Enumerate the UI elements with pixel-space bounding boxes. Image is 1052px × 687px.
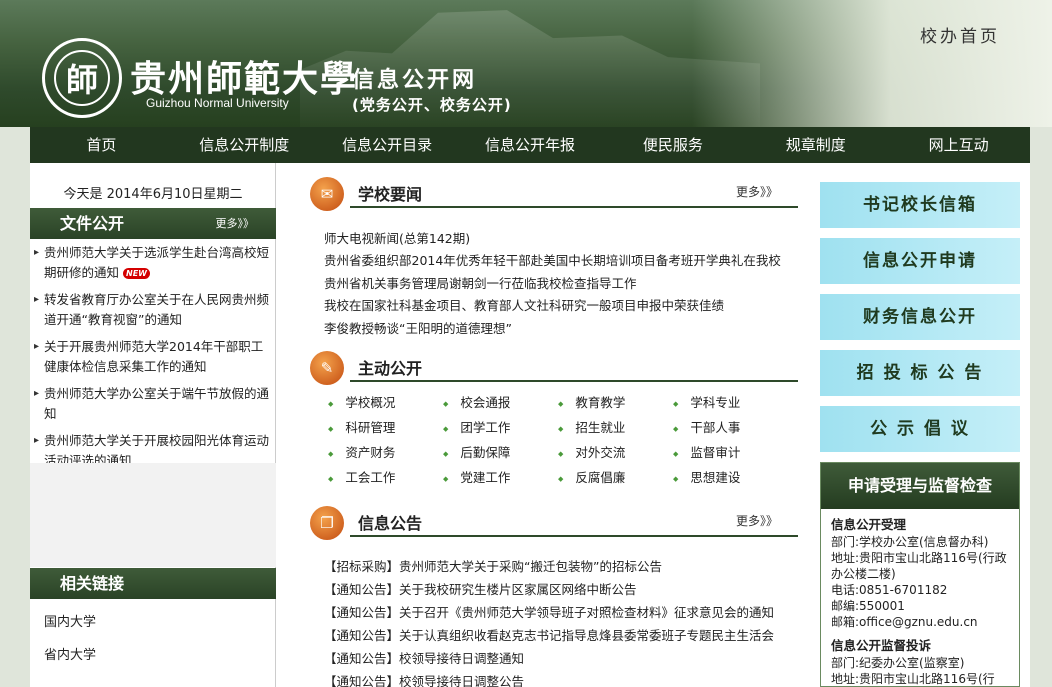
active-item-disciplines[interactable]: 学科专业 <box>673 392 740 411</box>
accept-title: 信息公开受理 <box>831 517 907 532</box>
active-item-research[interactable]: 科研管理 <box>328 417 395 436</box>
book-icon: ❐ <box>310 506 344 540</box>
site-title: 信息公开网 <box>352 68 478 93</box>
university-seal-logo: 師 <box>42 38 122 118</box>
notice-item[interactable]: 【通知公告】校领导接待日调整通知 <box>324 648 524 667</box>
notice-item[interactable]: 【通知公告】关于召开《贵州师范大学领导班子对照检查材料》征求意见会的通知 <box>324 602 774 621</box>
doc-item[interactable]: 转发省教育厅办公室关于在人民网贵州频道开通“教育视窗”的通知 <box>34 290 270 330</box>
news-section-title: 学校要闻 <box>358 185 423 204</box>
accept-address: 地址:贵阳市宝山北路116号(行政办公楼二楼) <box>831 551 1007 581</box>
left-gray-box <box>30 463 276 567</box>
finance-disclosure-button[interactable]: 财务信息公开 <box>820 294 1020 340</box>
notices-section-title: 信息公告 <box>358 514 423 533</box>
accept-email[interactable]: 邮箱:office@gznu.edu.cn <box>831 614 1009 630</box>
nav-item-home[interactable]: 首页 <box>30 127 173 163</box>
docs-section-header: 文件公开 更多》》 <box>30 208 276 239</box>
docs-more-link[interactable]: 更多》》 <box>216 208 255 239</box>
site-header: 師 贵州師範大學 Guizhou Normal University 信息公开网… <box>0 0 1052 127</box>
active-section-header: ✎ 主动公开 <box>310 351 798 385</box>
links-section-title: 相关链接 <box>60 574 125 593</box>
active-item-union[interactable]: 工会工作 <box>328 467 395 486</box>
seal-char: 師 <box>54 50 110 106</box>
new-badge-icon: NEW <box>123 268 150 279</box>
service-box: 申请受理与监督检查 信息公开受理 部门:学校办公室(信息督办科) 地址:贵阳市宝… <box>820 462 1020 687</box>
university-en-name: Guizhou Normal University <box>146 96 289 110</box>
right-column: 书记校长信箱 信息公开申请 财务信息公开 招 投 标 公 告 公 示 倡 议 申… <box>820 163 1020 687</box>
docs-section-title: 文件公开 <box>60 214 125 233</box>
complaint-department: 部门:纪委办公室(监察室) <box>831 656 965 670</box>
news-section-header: ✉ 学校要闻 更多》》 <box>310 177 798 211</box>
news-divider <box>350 206 798 208</box>
accept-phone: 电话:0851-6701182 <box>831 583 948 597</box>
site-subtitle: (党务公开、校务公开) <box>352 96 512 114</box>
nav-item-disclosure-rules[interactable]: 信息公开制度 <box>173 127 316 163</box>
nav-item-regulations[interactable]: 规章制度 <box>744 127 887 163</box>
news-item[interactable]: 我校在国家社科基金项目、教育部人文社科研究一般项目申报中荣获佳绩 <box>324 295 724 314</box>
accept-postcode: 邮编:550001 <box>831 599 905 613</box>
active-item-school-overview[interactable]: 学校概况 <box>328 392 395 411</box>
service-box-title: 申请受理与监督检查 <box>821 463 1019 509</box>
links-section-header: 相关链接 <box>30 568 276 599</box>
active-item-teaching[interactable]: 教育教学 <box>558 392 625 411</box>
active-item-audit[interactable]: 监督审计 <box>673 442 740 461</box>
active-divider <box>350 380 798 382</box>
header-fade <box>692 0 1052 127</box>
active-section-title: 主动公开 <box>358 359 423 378</box>
nav-item-disclosure-catalog[interactable]: 信息公开目录 <box>316 127 459 163</box>
active-item-finance[interactable]: 资产财务 <box>328 442 395 461</box>
doc-item[interactable]: 关于开展贵州师范大学2014年干部职工健康体检信息采集工作的通知 <box>34 337 270 377</box>
nav-item-online-interaction[interactable]: 网上互动 <box>887 127 1030 163</box>
active-item-ideology[interactable]: 思想建设 <box>673 467 740 486</box>
doc-item-text[interactable]: 贵州师范大学关于选派学生赴台湾高校短期研修的通知 <box>44 245 269 280</box>
left-column: 今天是 2014年6月10日星期二 文件公开 更多》》 贵州师范大学关于选派学生… <box>30 163 276 687</box>
service-box-body: 信息公开受理 部门:学校办公室(信息督办科) 地址:贵阳市宝山北路116号(行政… <box>821 509 1019 686</box>
office-home-link[interactable]: 校办首页 <box>920 22 1000 47</box>
accept-department: 部门:学校办公室(信息督办科) <box>831 535 989 549</box>
current-date: 今天是 2014年6月10日星期二 <box>63 187 243 202</box>
nav-item-public-service[interactable]: 便民服务 <box>601 127 744 163</box>
document-icon: ✎ <box>310 351 344 385</box>
complaint-address: 地址:贵阳市宝山北路116号(行 <box>831 672 995 686</box>
center-column: ✉ 学校要闻 更多》》 师大电视新闻(总第142期) 贵州省委组织部2014年优… <box>310 163 798 687</box>
active-item-exchange[interactable]: 对外交流 <box>558 442 625 461</box>
active-item-party-building[interactable]: 党建工作 <box>443 467 510 486</box>
news-item[interactable]: 李俊教授畅谈“王阳明的道德理想” <box>324 318 512 337</box>
news-item[interactable]: 师大电视新闻(总第142期) <box>324 228 470 247</box>
doc-item[interactable]: 贵州师范大学关于选派学生赴台湾高校短期研修的通知 NEW <box>34 243 270 283</box>
notice-item[interactable]: 【通知公告】关于认真组织收看赵克志书记指导息烽县委常委班子专题民主生活会 <box>324 625 774 644</box>
news-item[interactable]: 贵州省委组织部2014年优秀年轻干部赴美国中长期培训项目备考班开学典礼在我校 <box>324 250 781 269</box>
active-item-student-work[interactable]: 团学工作 <box>443 417 510 436</box>
news-item[interactable]: 贵州省机关事务管理局谢朝剑一行莅临我校检查指导工作 <box>324 273 637 292</box>
link-provincial-universities[interactable]: 省内大学 <box>44 644 96 663</box>
active-item-logistics[interactable]: 后勤保障 <box>443 442 510 461</box>
link-domestic-universities[interactable]: 国内大学 <box>44 611 96 630</box>
notice-item[interactable]: 【招标采购】贵州师范大学关于采购“搬迁包装物”的招标公告 <box>324 556 662 575</box>
notices-section-header: ❐ 信息公告 更多》》 <box>310 506 798 540</box>
main-nav: 首页 信息公开制度 信息公开目录 信息公开年报 便民服务 规章制度 网上互动 <box>30 127 1030 163</box>
university-name: 贵州師範大學 <box>130 58 359 100</box>
main-content: 今天是 2014年6月10日星期二 文件公开 更多》》 贵州师范大学关于选派学生… <box>30 163 1030 687</box>
president-mailbox-button[interactable]: 书记校长信箱 <box>820 182 1020 228</box>
docs-list: 贵州师范大学关于选派学生赴台湾高校短期研修的通知 NEW 转发省教育厅办公室关于… <box>34 243 270 478</box>
disclosure-application-button[interactable]: 信息公开申请 <box>820 238 1020 284</box>
doc-item[interactable]: 贵州师范大学办公室关于端午节放假的通知 <box>34 384 270 424</box>
active-item-personnel[interactable]: 干部人事 <box>673 417 740 436</box>
news-icon: ✉ <box>310 177 344 211</box>
notices-more-link[interactable]: 更多》》 <box>736 512 778 529</box>
nav-item-annual-report[interactable]: 信息公开年报 <box>459 127 602 163</box>
tender-notice-button[interactable]: 招 投 标 公 告 <box>820 350 1020 396</box>
complaint-title: 信息公开监督投诉 <box>831 638 932 653</box>
news-more-link[interactable]: 更多》》 <box>736 183 778 200</box>
notice-item[interactable]: 【通知公告】关于我校研究生楼片区家属区网络中断公告 <box>324 579 637 598</box>
active-item-admission[interactable]: 招生就业 <box>558 417 625 436</box>
notice-item[interactable]: 【通知公告】校领导接待日调整公告 <box>324 671 524 687</box>
active-item-meeting-reports[interactable]: 校会通报 <box>443 392 510 411</box>
public-proposal-button[interactable]: 公 示 倡 议 <box>820 406 1020 452</box>
notices-divider <box>350 535 798 537</box>
active-item-anti-corruption[interactable]: 反腐倡廉 <box>558 467 625 486</box>
